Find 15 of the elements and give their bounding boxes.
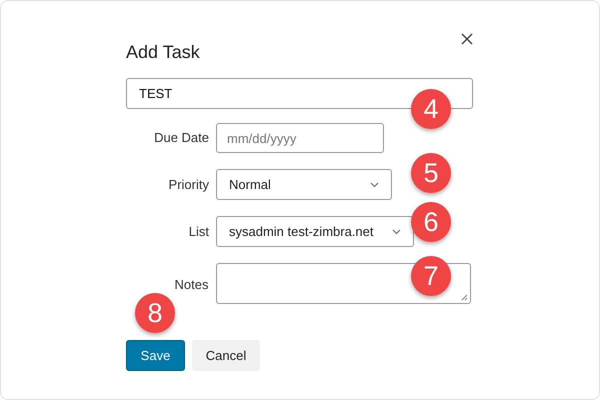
field-label: List [188, 222, 209, 241]
select-field[interactable]: Normal [216, 169, 392, 200]
cancel-button[interactable]: Cancel [192, 340, 260, 371]
field-label: Priority [168, 176, 209, 194]
select-field[interactable]: sysadmin test-zimbra.net [216, 216, 414, 247]
field-label: Due Date [153, 129, 209, 148]
dialog-title: Add Task [126, 41, 200, 64]
date-field[interactable]: mm/dd/yyyy [216, 123, 384, 153]
notes-field[interactable] [216, 263, 471, 304]
save-button[interactable]: Save [126, 340, 185, 371]
close-icon[interactable] [461, 33, 473, 45]
resize-handle-icon [461, 294, 468, 301]
chevron-down-icon [392, 228, 400, 234]
chevron-down-icon [370, 182, 379, 188]
field-label: Notes [174, 276, 209, 294]
